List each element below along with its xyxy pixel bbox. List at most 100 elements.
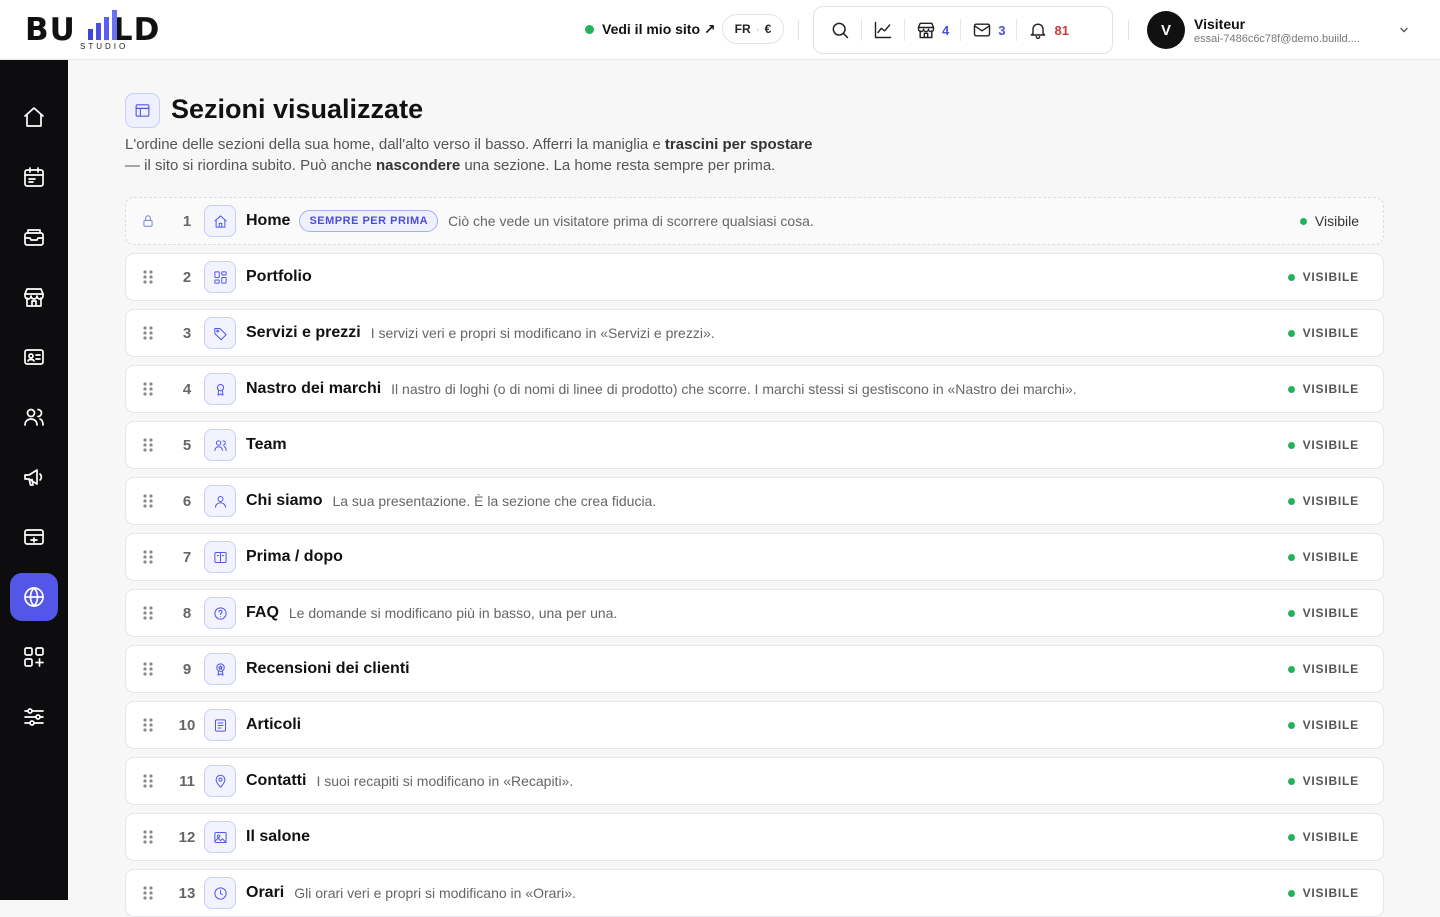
section-position: 7 (182, 548, 192, 566)
visibility-label: VISIBILE (1302, 494, 1359, 508)
section-row[interactable]: 2 Portfolio VISIBILE (125, 253, 1384, 301)
mail-icon (974, 23, 991, 37)
sidebar-item-payments[interactable] (10, 513, 58, 561)
section-position: 13 (178, 884, 196, 902)
visibility-toggle[interactable]: VISIBILE (1287, 438, 1359, 452)
grid-icon (204, 261, 236, 293)
tool-divider (960, 19, 962, 41)
compare-icon (204, 541, 236, 573)
visibility-toggle[interactable]: VISIBILE (1287, 326, 1359, 340)
lock-icon (126, 214, 170, 228)
visibility-toggle[interactable]: VISIBILE (1287, 886, 1359, 900)
team-icon (204, 429, 236, 461)
visible-status-dot (1287, 273, 1295, 281)
drag-handle-icon[interactable] (126, 381, 170, 397)
section-position: 2 (182, 268, 192, 286)
header-divider (798, 20, 799, 40)
clock-icon (204, 877, 236, 909)
section-row[interactable]: 3 Servizi e prezzi I servizi veri e prop… (125, 309, 1384, 357)
section-name: Orari (246, 884, 285, 901)
visibility-label: VISIBILE (1302, 326, 1359, 340)
visibility-toggle: Visibile (1299, 213, 1359, 229)
sidebar-item-website[interactable] (10, 573, 58, 621)
user-email: essai-7486c6c78f@demo.buiild.... (1194, 32, 1360, 45)
visibility-label: VISIBILE (1302, 774, 1359, 788)
visible-status-dot (1287, 721, 1295, 729)
visible-status-dot (1287, 497, 1295, 505)
sidebar-item-home[interactable] (10, 93, 58, 141)
drag-handle-icon[interactable] (126, 773, 170, 789)
sidebar-item-settings[interactable] (10, 693, 58, 741)
globe-icon (24, 587, 44, 607)
visibility-toggle[interactable]: VISIBILE (1287, 606, 1359, 620)
section-description: La sua presentazione. È la sezione che c… (332, 493, 657, 509)
section-row[interactable]: 7 Prima / dopo VISIBILE (125, 533, 1384, 581)
visibility-label: VISIBILE (1302, 718, 1359, 732)
sidebar-item-marketing[interactable] (10, 453, 58, 501)
drag-handle-icon[interactable] (126, 717, 170, 733)
home-icon (24, 107, 44, 127)
visibility-toggle[interactable]: VISIBILE (1287, 494, 1359, 508)
section-name: Servizi e prezzi (246, 324, 361, 341)
shop-count: 4 (942, 22, 950, 38)
section-row[interactable]: 4 Nastro dei marchi Il nastro di loghi (… (125, 365, 1384, 413)
drag-handle-icon[interactable] (126, 493, 170, 509)
notifications-button[interactable]: 81 (1022, 14, 1074, 46)
drag-handle-icon[interactable] (126, 269, 170, 285)
sidebar-item-calendar[interactable] (10, 153, 58, 201)
visibility-toggle[interactable]: VISIBILE (1287, 718, 1359, 732)
analytics-button[interactable] (867, 14, 899, 46)
sidebar-item-clients[interactable] (10, 333, 58, 381)
user-menu[interactable]: V Visiteur essai-7486c6c78f@demo.buiild.… (1147, 11, 1417, 49)
drag-handle-icon[interactable] (126, 829, 170, 845)
language-code: FR (734, 22, 751, 36)
visibility-toggle[interactable]: VISIBILE (1287, 270, 1359, 284)
search-button[interactable] (824, 14, 856, 46)
section-row[interactable]: 12 Il salone VISIBILE (125, 813, 1384, 861)
section-row[interactable]: 13 Orari Gli orari veri e propri si modi… (125, 869, 1384, 917)
section-row[interactable]: 5 Team VISIBILE (125, 421, 1384, 469)
section-name: Team (246, 436, 287, 453)
section-name: Home (246, 212, 291, 229)
sidebar-item-team[interactable] (10, 393, 58, 441)
shop-button[interactable]: 4 (910, 14, 955, 46)
drag-handle-icon[interactable] (126, 549, 170, 565)
visible-status-dot (1287, 385, 1295, 393)
always-first-badge: SEMPRE PER PRIMA (299, 210, 439, 232)
section-row[interactable]: 1 Home SEMPRE PER PRIMA Ciò che vede un … (125, 197, 1384, 245)
visibility-label: VISIBILE (1302, 270, 1359, 284)
bell-icon (1031, 23, 1046, 39)
view-site-link[interactable]: Vedi il mio sito ↗ (585, 18, 716, 40)
language-currency-selector[interactable]: FR · € (722, 14, 784, 44)
visibility-toggle[interactable]: VISIBILE (1287, 774, 1359, 788)
visibility-toggle[interactable]: VISIBILE (1287, 662, 1359, 676)
visibility-toggle[interactable]: VISIBILE (1287, 550, 1359, 564)
notifications-count: 81 (1054, 22, 1069, 38)
sidebar-item-inbox[interactable] (10, 213, 58, 261)
section-row[interactable]: 11 Contatti I suoi recapiti si modifican… (125, 757, 1384, 805)
megaphone-icon (24, 469, 43, 486)
drag-handle-icon[interactable] (126, 605, 170, 621)
build-studio-logo[interactable]: BU LD STUDIO (25, 8, 185, 52)
review-badge-icon (204, 653, 236, 685)
drag-handle-icon[interactable] (126, 661, 170, 677)
section-position: 10 (178, 716, 196, 734)
section-row[interactable]: 6 Chi siamo La sua presentazione. È la s… (125, 477, 1384, 525)
drag-handle-icon[interactable] (126, 437, 170, 453)
sidebar-item-apps[interactable] (10, 633, 58, 681)
visibility-label: VISIBILE (1302, 886, 1359, 900)
section-row[interactable]: 8 FAQ Le domande si modificano più in ba… (125, 589, 1384, 637)
drag-handle-icon[interactable] (126, 885, 170, 901)
drag-handle-icon[interactable] (126, 325, 170, 341)
page-description: L'ordine delle sezioni della sua home, d… (125, 136, 813, 174)
section-name: Il salone (246, 828, 311, 845)
sidebar-item-store[interactable] (10, 273, 58, 321)
section-name: Chi siamo (246, 492, 323, 509)
visibility-label: Visibile (1314, 213, 1359, 229)
visibility-toggle[interactable]: VISIBILE (1287, 382, 1359, 396)
section-row[interactable]: 9 Recensioni dei clienti VISIBILE (125, 645, 1384, 693)
visibility-toggle[interactable]: VISIBILE (1287, 830, 1359, 844)
users-icon (24, 408, 44, 426)
section-row[interactable]: 10 Articoli VISIBILE (125, 701, 1384, 749)
messages-button[interactable]: 3 (966, 14, 1011, 46)
